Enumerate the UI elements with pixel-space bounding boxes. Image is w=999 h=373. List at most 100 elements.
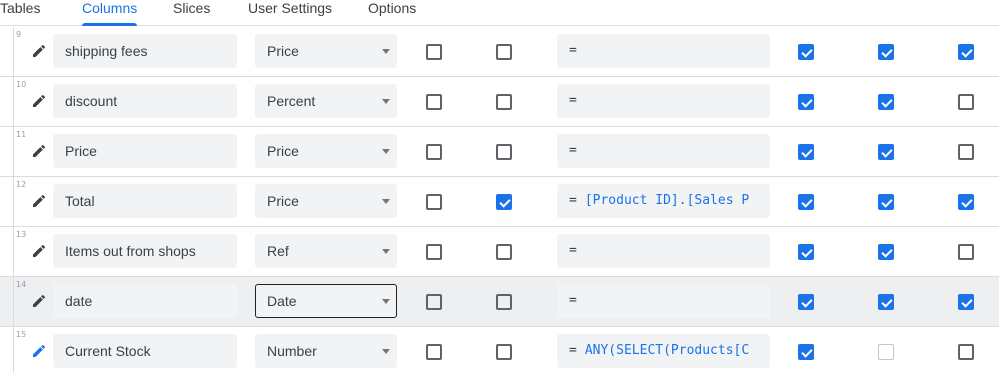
table-row: 11 Price Price = — [0, 127, 999, 177]
key-checkbox[interactable] — [878, 294, 894, 310]
row-divider — [13, 27, 14, 76]
caret-down-icon — [382, 149, 390, 154]
show-checkbox[interactable] — [426, 94, 442, 110]
required-checkbox[interactable] — [798, 44, 814, 60]
label-checkbox[interactable] — [958, 244, 974, 260]
app-formula-input[interactable]: = — [557, 34, 770, 68]
required-checkbox[interactable] — [798, 344, 814, 360]
tab-columns[interactable]: Columns — [82, 0, 138, 26]
table-row: 10 discount Percent = — [0, 77, 999, 127]
label-checkbox[interactable] — [958, 44, 974, 60]
caret-down-icon — [382, 299, 390, 304]
row-number: 9 — [16, 30, 22, 39]
row-number: 12 — [16, 180, 27, 189]
key-checkbox[interactable] — [878, 194, 894, 210]
formula-equals-sign: = — [569, 343, 577, 358]
label-checkbox[interactable] — [958, 144, 974, 160]
app-formula-input[interactable]: = — [557, 84, 770, 118]
row-divider — [13, 77, 14, 126]
editable-checkbox[interactable] — [496, 294, 512, 310]
pencil-icon[interactable] — [31, 143, 47, 159]
required-checkbox[interactable] — [798, 244, 814, 260]
column-name-input[interactable]: Price — [53, 134, 237, 168]
required-checkbox[interactable] — [798, 294, 814, 310]
row-divider — [13, 227, 14, 276]
editable-checkbox[interactable] — [496, 344, 512, 360]
formula-equals-sign: = — [569, 43, 577, 58]
pencil-icon[interactable] — [31, 43, 47, 59]
pencil-icon[interactable] — [31, 293, 47, 309]
key-checkbox[interactable] — [878, 344, 894, 360]
column-name-input[interactable]: date — [53, 284, 237, 318]
formula-equals-sign: = — [569, 143, 577, 158]
column-type-value: Number — [267, 343, 317, 359]
editable-checkbox[interactable] — [496, 94, 512, 110]
required-checkbox[interactable] — [798, 194, 814, 210]
column-name-input[interactable]: shipping fees — [53, 34, 237, 68]
pencil-icon[interactable] — [31, 93, 47, 109]
column-name-input[interactable]: Items out from shops — [53, 234, 237, 268]
key-checkbox[interactable] — [878, 44, 894, 60]
caret-down-icon — [382, 49, 390, 54]
pencil-icon[interactable] — [31, 193, 47, 209]
editable-checkbox[interactable] — [496, 144, 512, 160]
row-divider — [13, 127, 14, 176]
column-name-input[interactable]: Current Stock — [53, 334, 237, 368]
key-checkbox[interactable] — [878, 144, 894, 160]
editable-checkbox[interactable] — [496, 194, 512, 210]
key-checkbox[interactable] — [878, 244, 894, 260]
caret-down-icon — [382, 249, 390, 254]
column-type-select[interactable]: Price — [255, 34, 397, 68]
column-type-select[interactable]: Price — [255, 184, 397, 218]
show-checkbox[interactable] — [426, 294, 442, 310]
column-type-select[interactable]: Date — [255, 284, 397, 318]
row-divider — [13, 327, 14, 373]
show-checkbox[interactable] — [426, 144, 442, 160]
row-divider — [13, 277, 14, 326]
caret-down-icon — [382, 99, 390, 104]
required-checkbox[interactable] — [798, 144, 814, 160]
row-number: 14 — [16, 280, 27, 289]
label-checkbox[interactable] — [958, 94, 974, 110]
show-checkbox[interactable] — [426, 194, 442, 210]
app-formula-input[interactable]: = — [557, 284, 770, 318]
column-name-input[interactable]: Total — [53, 184, 237, 218]
tab-tables[interactable]: Tables — [0, 0, 40, 26]
row-number: 11 — [16, 130, 27, 139]
show-checkbox[interactable] — [426, 244, 442, 260]
column-type-value: Price — [267, 43, 299, 59]
table-row: 13 Items out from shops Ref = — [0, 227, 999, 277]
app-formula-input[interactable]: = — [557, 234, 770, 268]
required-checkbox[interactable] — [798, 94, 814, 110]
tab-user-settings[interactable]: User Settings — [248, 0, 332, 26]
app-formula-input[interactable]: = — [557, 134, 770, 168]
formula-equals-sign: = — [569, 243, 577, 258]
label-checkbox[interactable] — [958, 194, 974, 210]
column-type-value: Price — [267, 193, 299, 209]
label-checkbox[interactable] — [958, 294, 974, 310]
formula-equals-sign: = — [569, 293, 577, 308]
pencil-icon[interactable] — [31, 343, 47, 359]
column-type-select[interactable]: Percent — [255, 84, 397, 118]
editable-checkbox[interactable] — [496, 244, 512, 260]
pencil-icon[interactable] — [31, 243, 47, 259]
show-checkbox[interactable] — [426, 344, 442, 360]
app-formula-input[interactable]: = [Product ID].[Sales P — [557, 184, 770, 218]
show-checkbox[interactable] — [426, 44, 442, 60]
editable-checkbox[interactable] — [496, 44, 512, 60]
caret-down-icon — [382, 349, 390, 354]
column-name-input[interactable]: discount — [53, 84, 237, 118]
column-type-select[interactable]: Price — [255, 134, 397, 168]
column-type-select[interactable]: Ref — [255, 234, 397, 268]
formula-text: ANY(SELECT(Products[C — [584, 343, 750, 358]
column-type-value: Date — [267, 293, 297, 309]
tab-options[interactable]: Options — [368, 0, 416, 26]
label-checkbox[interactable] — [958, 344, 974, 360]
key-checkbox[interactable] — [878, 94, 894, 110]
table-row: 12 Total Price = [Product ID].[Sales P — [0, 177, 999, 227]
tab-slices[interactable]: Slices — [173, 0, 210, 26]
app-formula-input[interactable]: = ANY(SELECT(Products[C — [557, 334, 770, 368]
column-type-value: Ref — [267, 243, 289, 259]
tab-label: Tables — [0, 0, 41, 16]
column-type-select[interactable]: Number — [255, 334, 397, 368]
